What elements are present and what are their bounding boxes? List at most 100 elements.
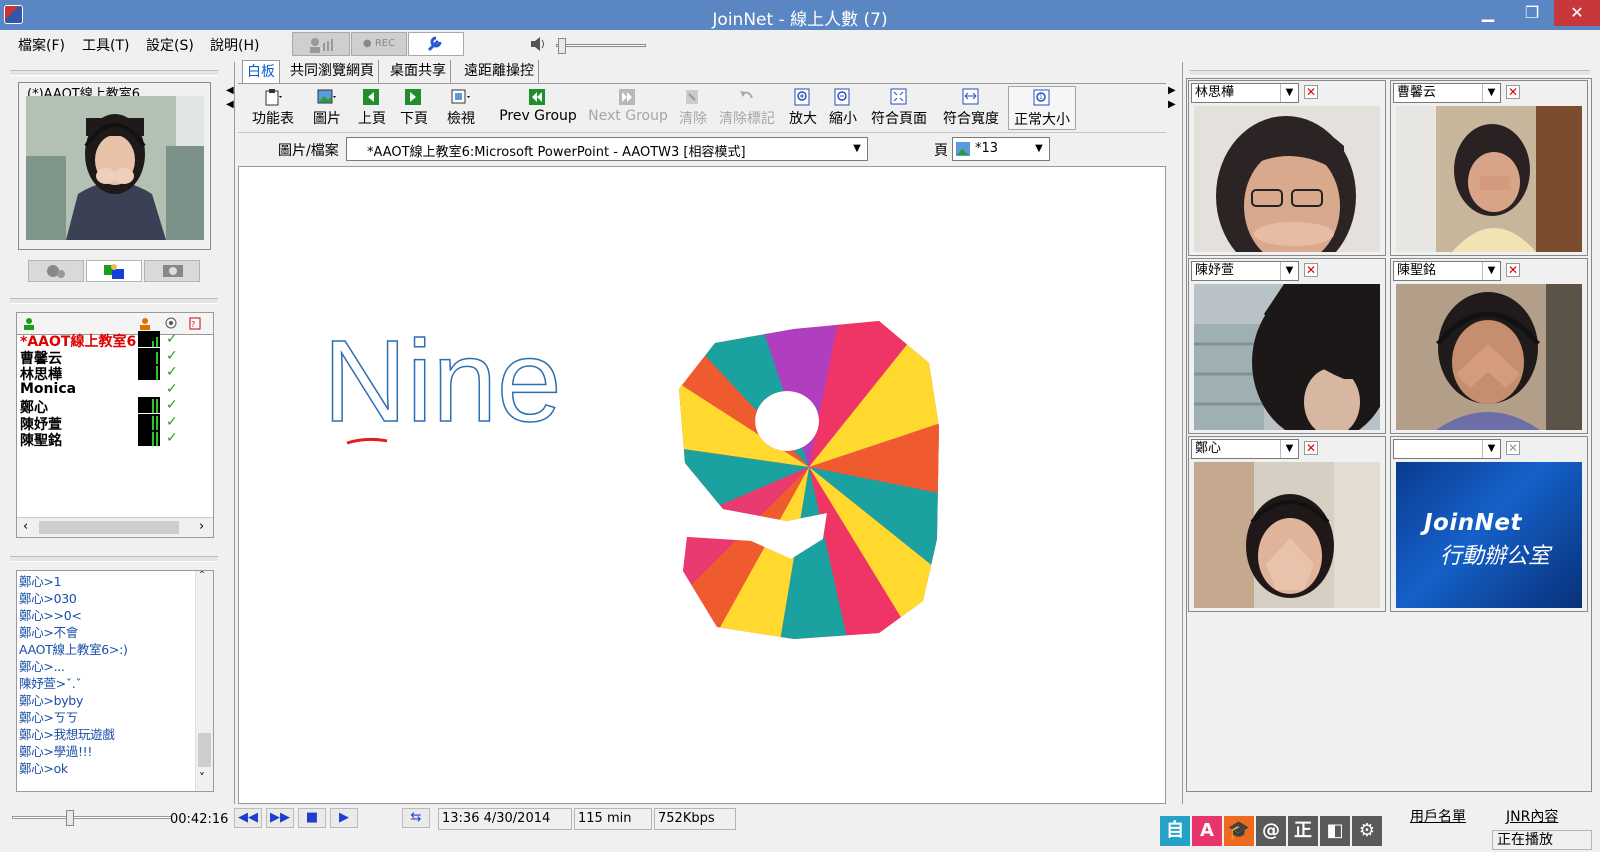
close-video-icon[interactable]: ✕	[1506, 263, 1520, 277]
maximize-icon[interactable]: ❐	[1510, 0, 1554, 26]
scroll-left-icon[interactable]: ‹	[23, 519, 28, 534]
fit-page-button[interactable]: 符合頁面	[868, 86, 930, 130]
wrench-icon	[427, 36, 442, 52]
scroll-down-icon[interactable]: ˅	[199, 771, 205, 785]
user-row[interactable]: Monica	[20, 381, 76, 398]
collapse-left-icon[interactable]: ◀ ◀	[226, 84, 234, 114]
minimize-icon[interactable]: ▁	[1466, 0, 1510, 26]
gear-icon[interactable]: ⚙	[1352, 816, 1382, 846]
ime-mode-button[interactable]: 自	[1160, 816, 1190, 846]
fit-width-button[interactable]: 符合寬度	[940, 86, 1002, 130]
scroll-right-icon[interactable]: ›	[199, 519, 204, 534]
normal-size-button[interactable]: 1 正常大小	[1008, 86, 1076, 130]
close-video-icon[interactable]: ✕	[1304, 441, 1318, 455]
menu-settings[interactable]: 設定(S)	[146, 35, 194, 55]
participant-select[interactable]: 陳妤萱 ▼	[1191, 261, 1299, 281]
video-panel: ▼ ✕ JoinNet 行動辦公室	[1390, 436, 1588, 612]
chevron-down-icon[interactable]: ▼	[847, 138, 867, 160]
prev-page-button[interactable]: 上頁	[354, 86, 390, 130]
panel-grip[interactable]	[10, 556, 218, 562]
user-row[interactable]: 陳妤萱	[20, 414, 62, 433]
user-list-link[interactable]: 用戶名單	[1410, 806, 1466, 826]
playback-slider[interactable]	[12, 816, 172, 819]
clear-button[interactable]: 清除	[676, 86, 710, 130]
ime-fullwidth-button[interactable]: 正	[1288, 816, 1318, 846]
half-width-icon[interactable]: ◧	[1320, 816, 1350, 846]
chat-log[interactable]: 鄭心>1 鄭心>030 鄭心>>0< 鄭心>不會 AAOT線上教室6>:) 鄭心…	[16, 570, 214, 792]
participant-select[interactable]: ▼	[1393, 439, 1501, 459]
participant-select[interactable]: 林思樺 ▼	[1191, 83, 1299, 103]
user-video-button[interactable]	[86, 260, 142, 282]
joinnet-window: JoinNet - 線上人數 (7) ▁ ❐ ✕ 檔案(F) 工具(T) 設定(…	[0, 0, 1600, 852]
jnr-content-link[interactable]: JNR內容	[1506, 806, 1558, 826]
close-video-icon[interactable]: ✕	[1506, 441, 1520, 455]
tab-cobrowse[interactable]: 共同瀏覽網頁	[286, 60, 379, 83]
close-video-icon[interactable]: ✕	[1304, 85, 1318, 99]
splitter[interactable]	[1182, 62, 1183, 804]
zoom-out-button[interactable]: 縮小	[826, 86, 860, 130]
play-button[interactable]: ▶	[330, 808, 358, 828]
splitter[interactable]	[234, 62, 235, 804]
camera-off-button[interactable]	[28, 260, 84, 282]
collapse-right-icon[interactable]: ▶ ▶	[1168, 84, 1176, 114]
sync-button[interactable]: ⇆	[402, 808, 430, 828]
playback-thumb[interactable]	[66, 810, 74, 826]
speaker-icon[interactable]	[529, 35, 549, 53]
panel-grip[interactable]	[10, 298, 218, 304]
image-tool-button[interactable]: 圖片	[306, 86, 348, 130]
fit-width-icon	[962, 88, 979, 105]
svg-text:?: ?	[191, 320, 195, 329]
participant-select[interactable]: 鄭心 ▼	[1191, 439, 1299, 459]
ime-symbol-button[interactable]: @	[1256, 816, 1286, 846]
volume-slider[interactable]	[556, 44, 646, 47]
tab-desktop-share[interactable]: 桌面共享	[386, 60, 451, 83]
volume-thumb[interactable]	[558, 38, 566, 54]
menu-tools[interactable]: 工具(T)	[82, 35, 129, 55]
view-button[interactable]: 檢視	[440, 86, 482, 130]
user-row[interactable]: 鄭心	[20, 397, 48, 416]
whiteboard-canvas[interactable]: Nine 9	[238, 166, 1166, 804]
tab-whiteboard[interactable]: 白板	[242, 60, 280, 83]
stop-button[interactable]: ■	[298, 808, 326, 828]
camera-off-icon	[47, 265, 65, 278]
scroll-up-icon[interactable]: ˄	[199, 571, 205, 583]
next-page-button[interactable]: 下頁	[396, 86, 432, 130]
rewind-button[interactable]: ◀◀	[234, 808, 262, 828]
user-row[interactable]: *AAOT線上教室6	[20, 331, 136, 350]
record-button[interactable]: ● REC	[351, 32, 407, 56]
tools-button[interactable]	[408, 32, 464, 56]
prev-group-button[interactable]: Prev Group	[494, 86, 582, 130]
participant-select[interactable]: 曹馨云 ▼	[1393, 83, 1501, 103]
menu-file[interactable]: 檔案(F)	[18, 35, 65, 55]
user-list-scrollbar[interactable]: ‹ ›	[17, 517, 213, 537]
tab-remote-control[interactable]: 遠距離操控	[460, 60, 539, 83]
close-icon[interactable]: ✕	[1554, 0, 1600, 26]
scroll-thumb[interactable]	[39, 521, 179, 534]
page-select[interactable]: *13 ▼	[952, 137, 1050, 161]
panel-grip[interactable]	[10, 70, 218, 76]
chevron-down-icon[interactable]: ▼	[1029, 138, 1049, 160]
mic-button[interactable]	[292, 32, 350, 56]
user-row[interactable]: 陳聖銘	[20, 430, 62, 449]
next-group-button[interactable]: Next Group	[586, 86, 670, 130]
scroll-thumb[interactable]	[198, 733, 211, 767]
close-video-icon[interactable]: ✕	[1304, 263, 1318, 277]
file-select[interactable]: *AAOT線上教室6:Microsoft PowerPoint - AAOTW3…	[346, 137, 868, 161]
chat-scrollbar[interactable]: ˄ ˅	[195, 571, 213, 791]
user-row[interactable]: 曹馨云	[20, 348, 62, 367]
zoom-in-icon	[794, 88, 810, 106]
menu-tool-button[interactable]: 功能表	[246, 86, 300, 130]
panel-grip[interactable]	[1190, 70, 1590, 76]
participant-select[interactable]: 陳聖銘 ▼	[1393, 261, 1501, 281]
fast-forward-button[interactable]: ▶▶	[266, 808, 294, 828]
ime-alpha-button[interactable]: A	[1192, 816, 1222, 846]
zoom-in-button[interactable]: 放大	[786, 86, 820, 130]
close-video-icon[interactable]: ✕	[1506, 85, 1520, 99]
user-row[interactable]: 林思樺	[20, 364, 62, 383]
menu-help[interactable]: 說明(H)	[210, 35, 259, 55]
camera-settings-button[interactable]	[144, 260, 200, 282]
slide-digit: 9	[239, 167, 240, 168]
clear-marks-button[interactable]: 清除標記	[716, 86, 778, 130]
prev-group-icon	[529, 89, 545, 105]
graduation-cap-icon[interactable]: 🎓	[1224, 816, 1254, 846]
